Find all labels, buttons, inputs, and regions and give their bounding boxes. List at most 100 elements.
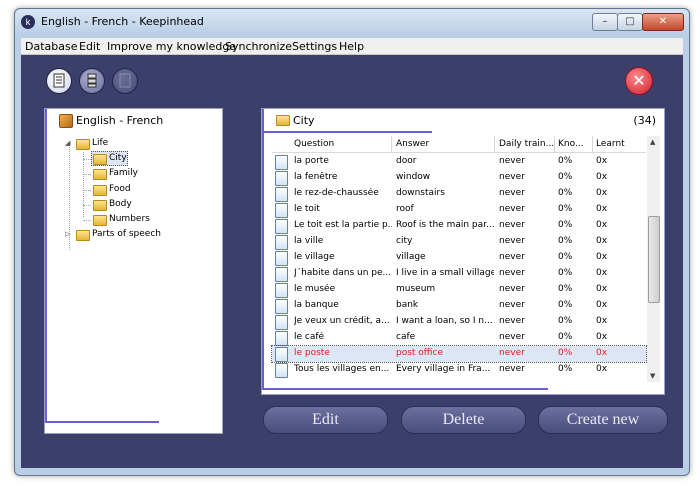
table-cell: 0%: [558, 204, 573, 214]
document-view-button[interactable]: [46, 68, 72, 94]
card-icon: [275, 283, 288, 298]
table-cell: le musée: [294, 284, 336, 294]
table-cell: 0x: [596, 364, 608, 374]
table-row[interactable]: Le toit est la partie p... Roof is the ma…: [272, 218, 646, 234]
menu-edit[interactable]: Edit: [79, 40, 100, 53]
window-close-button[interactable]: ✕: [642, 13, 684, 31]
table-cell: le poste: [294, 348, 330, 358]
tree-item-food[interactable]: Food: [93, 183, 213, 198]
close-database-icon[interactable]: ✕: [625, 67, 653, 95]
table-cell: 0%: [558, 348, 573, 358]
disabled-view-button[interactable]: [112, 68, 138, 94]
create-new-button[interactable]: Create new: [538, 406, 668, 434]
table-row[interactable]: J´habite dans un pe... I live in a small …: [272, 266, 646, 282]
menu-help[interactable]: Help: [339, 40, 364, 53]
card-list-panel: City (34) Question Answer Daily train...…: [261, 108, 665, 395]
menu-database[interactable]: Database: [25, 40, 78, 53]
scroll-thumb[interactable]: [648, 216, 660, 303]
table-cell: la fenêtre: [294, 172, 338, 182]
table-row[interactable]: Je veux un crédit, a... I want a loan, so…: [272, 314, 646, 330]
folder-icon: [93, 169, 107, 180]
accent-line: [45, 421, 159, 423]
tree-item-life[interactable]: ◢ Life: [65, 137, 215, 152]
table-cell: le village: [294, 252, 335, 262]
card-icon: [275, 235, 288, 250]
tree-item-family[interactable]: Family: [93, 167, 213, 182]
table-row[interactable]: le rez-de-chaussée downstairs never 0% 0x: [272, 186, 646, 202]
table-cell: never: [499, 348, 525, 358]
table-cell: 0x: [596, 284, 608, 294]
edit-button[interactable]: Edit: [263, 406, 388, 434]
menu-settings[interactable]: Settings: [292, 40, 337, 53]
tree-item-label: Body: [109, 199, 132, 209]
tree-item-body[interactable]: Body: [93, 198, 213, 213]
table-cell: Tous les villages en...: [294, 364, 390, 374]
table-cell: 0%: [558, 220, 573, 230]
menu-improve[interactable]: Improve my knowledge: [107, 40, 236, 53]
vertical-scrollbar[interactable]: ▲ ▼: [647, 136, 660, 382]
table-cell: 0%: [558, 300, 573, 310]
app-window: k English - French - Keepinhead – □ ✕ Da…: [14, 8, 690, 476]
table-row[interactable]: le village village never 0% 0x: [272, 250, 646, 266]
minimize-button[interactable]: –: [592, 13, 618, 31]
maximize-button[interactable]: □: [617, 13, 643, 31]
accent-line: [45, 109, 47, 421]
table-cell: I want a loan, so I n...: [396, 316, 493, 326]
tree-item-label: Food: [109, 184, 131, 194]
table-row[interactable]: la ville city never 0% 0x: [272, 234, 646, 250]
column-header-answer[interactable]: Answer: [396, 139, 491, 149]
table-cell: 0x: [596, 300, 608, 310]
tree-item-city[interactable]: City: [93, 152, 213, 167]
column-header-question[interactable]: Question: [294, 139, 389, 149]
table-row[interactable]: le café cafe never 0% 0x: [272, 330, 646, 346]
table-cell: le rez-de-chaussée: [294, 188, 379, 198]
cards-view-button[interactable]: [79, 68, 105, 94]
table-row[interactable]: Tous les villages en... Every village in …: [272, 362, 646, 378]
column-header-knowledge[interactable]: Kno...: [558, 139, 588, 149]
table-cell: 0x: [596, 236, 608, 246]
table-cell: le café: [294, 332, 325, 342]
table-cell: 0%: [558, 188, 573, 198]
column-header-daily-training[interactable]: Daily train...: [499, 139, 554, 149]
table-cell: post office: [396, 348, 443, 358]
card-icon: [275, 155, 288, 170]
card-icon: [275, 219, 288, 234]
title-bar[interactable]: k English - French - Keepinhead – □ ✕: [15, 9, 689, 35]
table-cell: 0%: [558, 332, 573, 342]
table-cell: Every village in Fra...: [396, 364, 491, 374]
column-header-learnt[interactable]: Learnt: [596, 139, 636, 149]
tree-item-label: Life: [92, 138, 109, 148]
tree-item-parts-of-speech[interactable]: ▷ Parts of speech: [65, 228, 215, 243]
table-cell: bank: [396, 300, 419, 310]
table-row[interactable]: le poste post office never 0% 0x: [271, 345, 647, 363]
scroll-down-icon[interactable]: ▼: [650, 372, 655, 380]
menu-bar: Database Edit Improve my knowledge Synch…: [21, 38, 683, 55]
card-icon: [275, 267, 288, 282]
menu-synchronize[interactable]: Synchronize: [225, 40, 292, 53]
table-row[interactable]: le toit roof never 0% 0x: [272, 202, 646, 218]
table-cell: 0x: [596, 252, 608, 262]
table-cell: 0x: [596, 220, 608, 230]
folder-icon: [93, 215, 107, 226]
table-cell: never: [499, 220, 525, 230]
table-row[interactable]: la porte door never 0% 0x: [272, 154, 646, 170]
table-cell: 0%: [558, 284, 573, 294]
app-icon: k: [21, 15, 35, 29]
table-cell: 0x: [596, 204, 608, 214]
table-cell: la ville: [294, 236, 324, 246]
table-row[interactable]: la banque bank never 0% 0x: [272, 298, 646, 314]
card-icon: [275, 203, 288, 218]
table-cell: never: [499, 252, 525, 262]
table-cell: door: [396, 156, 417, 166]
tree-item-label: City: [109, 153, 127, 163]
scroll-up-icon[interactable]: ▲: [650, 138, 655, 146]
table-row[interactable]: le musée museum never 0% 0x: [272, 282, 646, 298]
page-icon: [119, 73, 131, 88]
table-row[interactable]: la fenêtre window never 0% 0x: [272, 170, 646, 186]
table-cell: la porte: [294, 156, 329, 166]
tree-root-label[interactable]: English - French: [76, 114, 163, 127]
delete-button[interactable]: Delete: [401, 406, 526, 434]
card-icon: [275, 187, 288, 202]
table-cell: Je veux un crédit, a...: [294, 316, 390, 326]
tree-item-numbers[interactable]: Numbers: [93, 213, 213, 228]
